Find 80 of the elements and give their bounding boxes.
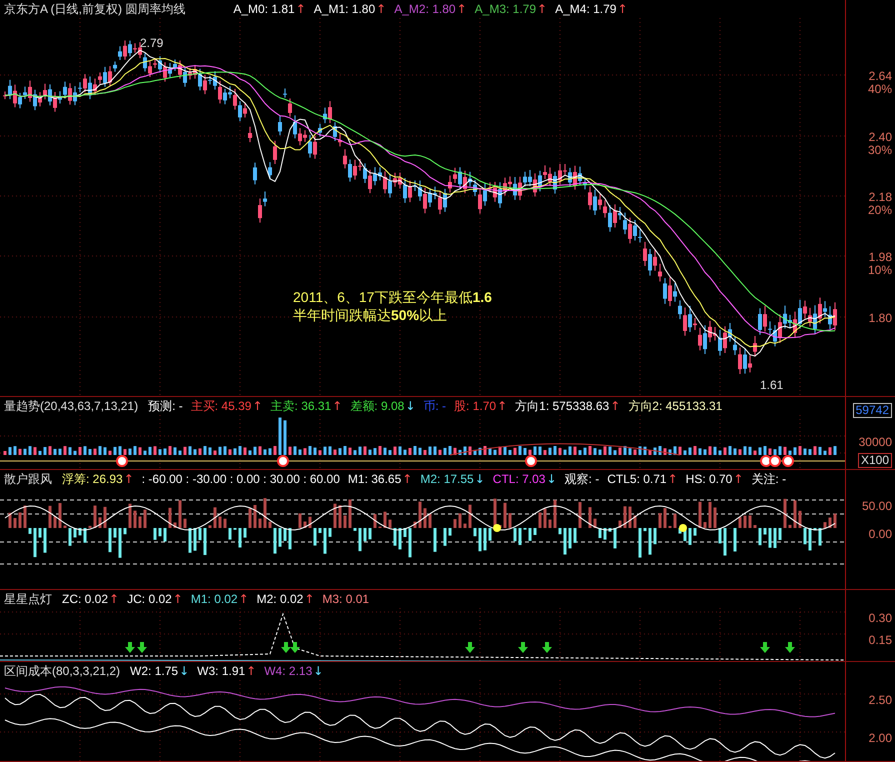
indicator-value: 预测: - <box>148 398 183 414</box>
indicator-value: A_M4: 1.79 <box>555 2 616 16</box>
indicator-value: M1: 0.02 <box>190 592 238 606</box>
annotation-text: 半年时间跌幅达50%以上 <box>293 306 448 324</box>
indicator-value: CTL: 7.03 <box>492 472 546 486</box>
trend-arrow: ↑ <box>402 472 412 486</box>
indicator-value: 主卖: 36.31 <box>270 398 332 414</box>
indicator-value: CTL5: 0.71 <box>607 472 667 486</box>
annotation-text: 2011、6、17下跌至今年最低1.6 <box>293 288 492 306</box>
indicator-value: 差额: 9.08 <box>350 398 404 414</box>
indicator-title: 散户跟风 <box>4 470 52 488</box>
axis-label: 30000 <box>858 436 892 449</box>
indicator-value: 主买: 45.39 <box>190 398 252 414</box>
trend-arrow: ↑ <box>617 2 628 16</box>
axis-label: X100 <box>860 454 889 467</box>
trend-arrow: ↑ <box>246 664 256 678</box>
axis-label: 1.98 <box>868 251 892 264</box>
indicator-value: W2: 1.75 <box>130 664 178 678</box>
indicator-value: 关注: - <box>751 470 786 488</box>
trend-arrow: ↓ <box>474 472 485 486</box>
trend-arrow: ↑ <box>610 399 620 413</box>
indicator-value: JC: 0.02 <box>127 592 172 606</box>
trend-arrow: ↓ <box>179 664 190 678</box>
axis-label: 2.00 <box>868 732 892 745</box>
indicator-title: 星星点灯 <box>4 590 52 608</box>
indicator-value: A_M0: 1.81 <box>233 2 295 16</box>
axis-label: 50.00 <box>862 500 892 513</box>
trend-arrow: ↑ <box>497 399 508 413</box>
indicator-value: 观察: - <box>564 470 600 488</box>
axis-percent-label: 20% <box>868 204 892 217</box>
trend-arrow: ↑ <box>456 2 467 16</box>
trend-arrow: ↓ <box>546 472 557 486</box>
trend-arrow: ↑ <box>172 592 183 606</box>
indicator-value: A_M1: 1.80 <box>314 2 376 16</box>
trend-arrow: ↑ <box>238 592 249 606</box>
high-price-label: 2.79 <box>140 36 164 50</box>
axis-label: 2.18 <box>868 191 892 204</box>
axis-percent-label: 40% <box>868 83 892 96</box>
trend-arrow: ↑ <box>537 2 548 16</box>
trend-arrow: ↑ <box>109 592 120 606</box>
trend-arrow: ↑ <box>252 399 263 413</box>
trend-arrow: ↑ <box>376 2 386 16</box>
trend-arrow: ↓ <box>405 399 416 413</box>
axis-label: 2.40 <box>868 131 892 144</box>
trend-arrow: ↑ <box>668 472 678 486</box>
axis-label: 0.00 <box>868 528 892 541</box>
trend-arrow: ↑ <box>124 472 134 486</box>
indicator-value: 方向2: 455133.31 <box>628 398 722 414</box>
indicator-title: 京东方A (日线,前复权) 圆周率均线 <box>4 0 186 18</box>
indicator-value: M1: 36.65 <box>348 472 402 486</box>
indicator-value: 浮筹: 26.93 <box>62 470 123 488</box>
axis-label: 2.64 <box>868 70 892 83</box>
axis-label: 1.80 <box>868 312 892 325</box>
indicator-value: M3: 0.01 <box>322 592 370 606</box>
indicator-value: HS: 0.70 <box>686 472 732 486</box>
axis-label: 59742 <box>856 404 889 417</box>
indicator-value: M2: 17.55 <box>420 472 474 486</box>
trend-arrow: ↑ <box>304 592 314 606</box>
trend-arrow: ↑ <box>296 2 306 16</box>
axis-label: 0.30 <box>868 612 892 625</box>
trend-arrow: ↓ <box>313 664 324 678</box>
indicator-title: 量趋势(20,43,63,7,13,21) <box>4 398 138 414</box>
indicator-value: M2: 0.02 <box>256 592 304 606</box>
indicator-value: : -60.00 : -30.00 : 0.00 : 30.00 : 60.00 <box>142 472 340 486</box>
axis-percent-label: 10% <box>868 264 892 277</box>
indicator-value: ZC: 0.02 <box>62 592 108 606</box>
axis-percent-label: 30% <box>868 144 892 157</box>
indicator-value: 股: 1.70 <box>454 398 496 414</box>
indicator-title: 区间成本(80,3,3,21,2) <box>4 662 120 680</box>
indicator-value: W4: 2.13 <box>264 664 312 678</box>
axis-label: 2.50 <box>868 694 892 707</box>
indicator-value: A_M3: 1.79 <box>474 2 536 16</box>
indicator-value: W3: 1.91 <box>197 664 246 678</box>
trend-arrow: ↑ <box>332 399 342 413</box>
indicator-value: 币: - <box>423 398 446 414</box>
trend-arrow: ↑ <box>733 472 744 486</box>
axis-label: 0.15 <box>868 634 892 647</box>
low-price-label: 1.61 <box>760 378 784 392</box>
indicator-value: A_M2: 1.80 <box>394 2 456 16</box>
indicator-value: 方向1: 575338.63 <box>515 398 610 414</box>
